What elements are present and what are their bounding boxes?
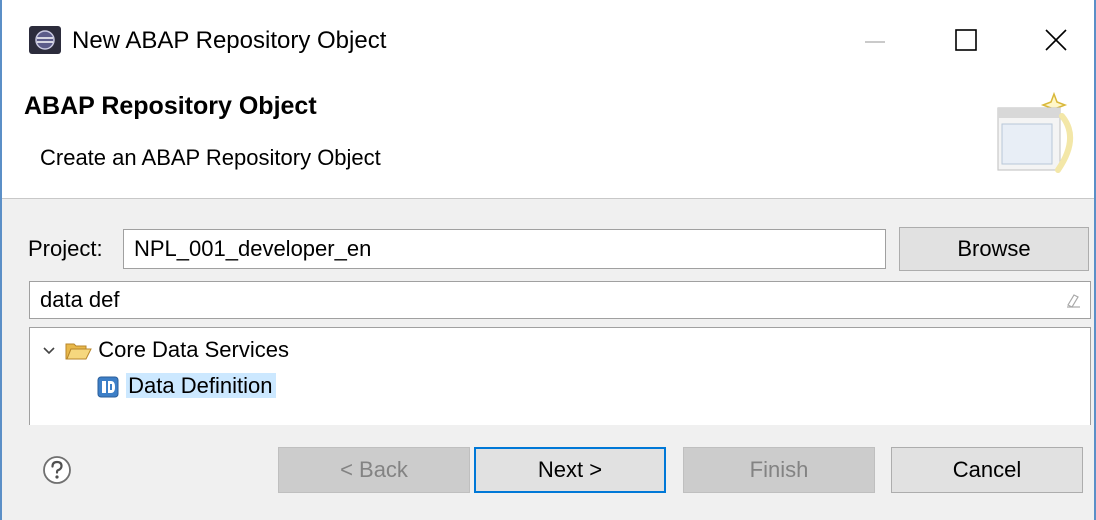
- minimize-button[interactable]: [840, 18, 910, 62]
- tree-item-core-data-services[interactable]: Core Data Services: [40, 334, 289, 366]
- page-title: ABAP Repository Object: [24, 92, 317, 120]
- cancel-button[interactable]: Cancel: [891, 447, 1083, 493]
- project-label: Project:: [28, 236, 103, 261]
- project-input[interactable]: [123, 229, 886, 269]
- folder-open-icon: [65, 343, 92, 360]
- new-abap-object-dialog: New ABAP Repository Object ABAP Reposito…: [0, 0, 1096, 520]
- close-button[interactable]: [1020, 18, 1090, 62]
- wizard-header: ABAP Repository Object Create an ABAP Re…: [2, 80, 1094, 199]
- new-object-wizard-icon: [997, 91, 1073, 173]
- data-definition-icon: [97, 376, 119, 398]
- clear-filter-icon[interactable]: [1064, 291, 1082, 309]
- next-button[interactable]: Next >: [474, 447, 666, 493]
- maximize-button[interactable]: [930, 18, 1000, 62]
- back-button[interactable]: < Back: [278, 447, 470, 493]
- browse-button[interactable]: Browse: [899, 227, 1089, 271]
- tree-item-data-definition[interactable]: Data Definition: [96, 370, 277, 402]
- help-icon[interactable]: [42, 455, 72, 485]
- page-description: Create an ABAP Repository Object: [40, 145, 381, 170]
- chevron-down-icon[interactable]: [40, 342, 58, 360]
- title-bar: New ABAP Repository Object: [2, 0, 1094, 80]
- filter-field[interactable]: [29, 281, 1091, 319]
- object-type-tree: Core Data Services Data Definition: [29, 327, 1091, 425]
- finish-button[interactable]: Finish: [683, 447, 875, 493]
- filter-input[interactable]: [30, 282, 1040, 318]
- tree-item-label: Data Definition: [126, 373, 277, 398]
- tree-item-label: Core Data Services: [98, 337, 289, 362]
- window-title: New ABAP Repository Object: [72, 27, 387, 54]
- eclipse-app-icon: [29, 26, 61, 54]
